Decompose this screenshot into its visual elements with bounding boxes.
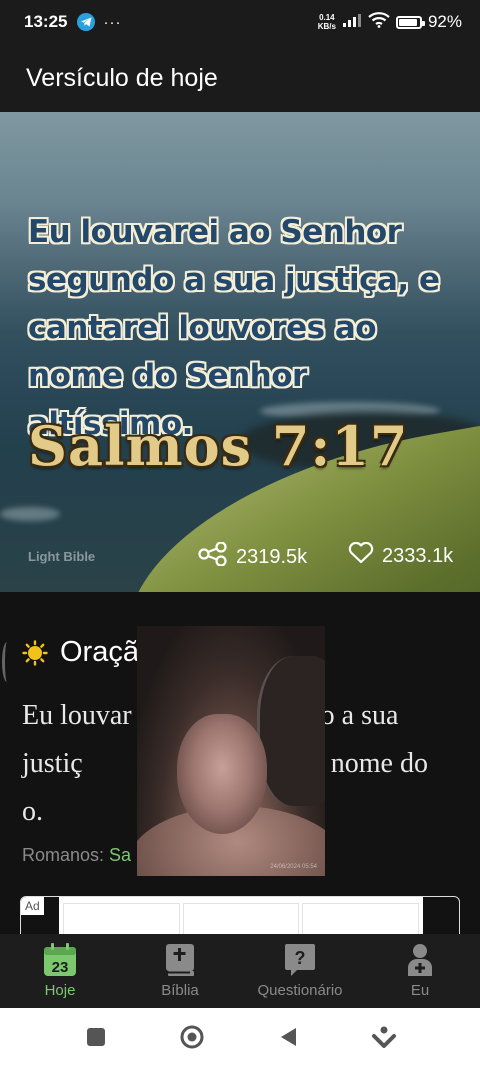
nav-label-quiz: Questionário [257,982,343,999]
battery-icon [395,15,425,29]
app-watermark: Light Bible [28,549,96,564]
nav-label-me: Eu [410,982,430,999]
heart-icon [348,541,374,570]
back-button[interactable] [276,1025,300,1049]
wifi-icon [368,11,390,33]
scroll-hint [2,642,12,682]
reference-label: Romanos: [22,845,110,865]
nav-item-bible[interactable]: Bíblia [120,934,240,1008]
svg-text:?: ? [295,948,306,968]
quiz-icon: ? [282,942,318,978]
more-notifications-icon: ··· [103,13,122,31]
app-bar: Versículo de hoje [0,44,480,112]
battery-percent: 92% [427,12,462,31]
system-nav-bar [0,1008,480,1066]
verse-image[interactable]: Eu louvarei ao Senhor segundo a sua just… [0,112,480,592]
like-button[interactable]: 2333.1k [348,541,454,570]
home-button[interactable] [180,1025,204,1049]
calendar-day: 23 [52,959,69,976]
ad-badge: Ad [21,897,44,915]
bottom-nav: 23 Hoje Bíblia ? Questionário Eu [0,934,480,1008]
calendar-icon: 23 [42,942,78,978]
assistant-button[interactable] [372,1025,396,1049]
net-speed-unit: KB/s [317,22,336,31]
telegram-icon [77,13,96,31]
sun-icon [22,639,48,666]
recents-button[interactable] [84,1025,108,1049]
reference-link[interactable]: Sa [109,845,131,865]
status-bar: 13:25 ··· 0.14 KB/s 92% [0,0,480,44]
screen: 13:25 ··· 0.14 KB/s 92% Versículo de hoj… [0,0,480,1066]
sea-wave [0,507,60,521]
nav-label-bible: Bíblia [161,982,199,999]
verse-reference: Salmos 7:17 [28,414,409,478]
video-pillow [257,656,325,806]
person-icon [402,942,438,978]
verse-text: Eu louvarei ao Senhor segundo a sua just… [28,214,440,442]
nav-item-quiz[interactable]: ? Questionário [240,934,360,1008]
nav-label-today: Hoje [44,982,76,999]
share-button[interactable]: 2319.5k [198,541,308,572]
prayer-reference: Romanos: Sa [22,845,131,866]
prayer-header: Oraçã [22,636,139,669]
video-timestamp: 24/06/2024 05:54 [270,864,317,870]
like-count: 2333.1k [382,544,454,567]
signal-icon [342,12,362,32]
status-right: 0.14 KB/s 92% [318,11,462,33]
page-title: Versículo de hoje [26,63,218,92]
share-icon [198,541,228,572]
floating-video-overlay[interactable]: 24/06/2024 05:54 [137,626,325,876]
video-person-face [177,714,267,834]
net-speed-value: 0.14 [319,13,335,22]
bible-icon [162,942,198,978]
net-speed: 0.14 KB/s [318,13,336,31]
prayer-title: Oraçã [60,636,139,668]
nav-item-me[interactable]: Eu [360,934,480,1008]
status-time: 13:25 [24,12,68,31]
nav-item-today[interactable]: 23 Hoje [0,934,120,1008]
share-count: 2319.5k [236,545,308,568]
